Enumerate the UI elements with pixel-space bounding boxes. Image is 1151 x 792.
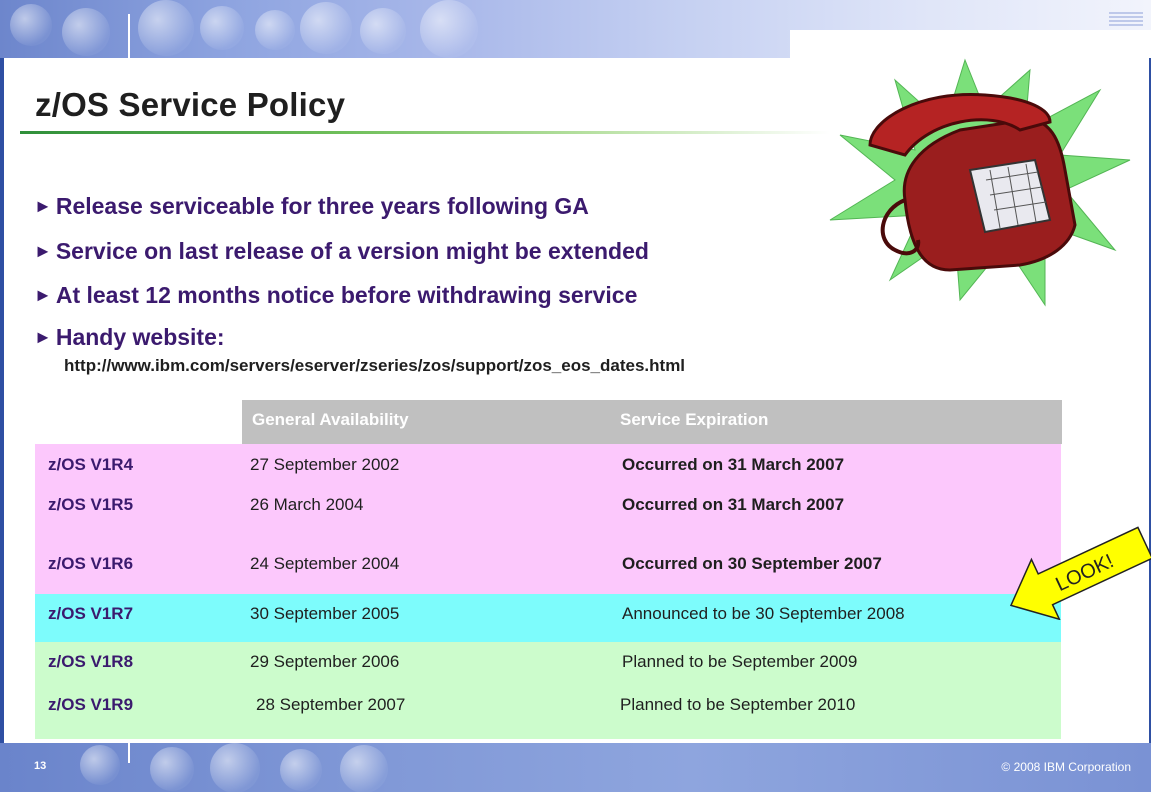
bottom-banner: 13 © 2008 IBM Corporation <box>0 743 1151 792</box>
arrow-left-icon: LOOK! <box>1009 526 1151 620</box>
triangle-right-icon: ► <box>34 241 52 261</box>
service-expiration: Occurred on 31 March 2007 <box>622 455 845 474</box>
banner-bubble <box>138 0 194 56</box>
bullet-text: Service on last release of a version mig… <box>55 238 649 264</box>
table-row <box>35 444 1061 488</box>
banner-bubble <box>340 745 388 792</box>
banner-bubble <box>360 8 406 54</box>
release-name: z/OS V1R8 <box>48 652 134 671</box>
page-number: 13 <box>34 760 47 772</box>
release-name: z/OS V1R5 <box>48 495 134 514</box>
ga-date: 27 September 2002 <box>250 455 400 474</box>
header-general-availability: General Availability <box>252 410 409 429</box>
banner-bubble <box>62 8 110 56</box>
bullet-text: Release serviceable for three years foll… <box>55 193 589 219</box>
table-row <box>35 532 1061 594</box>
service-expiration: Planned to be September 2010 <box>620 695 856 714</box>
banner-bubble <box>80 745 120 785</box>
banner-bubble <box>420 0 478 58</box>
banner-bubble <box>10 4 52 46</box>
table-row <box>35 684 1061 739</box>
service-expiration: Occurred on 30 September 2007 <box>622 554 882 573</box>
ringing-telephone-icon <box>829 58 1131 307</box>
page-title: z/OS Service Policy <box>35 86 346 123</box>
triangle-right-icon: ► <box>34 327 52 347</box>
bullet-item: ► Handy website: <box>34 324 225 351</box>
release-name: z/OS V1R7 <box>48 604 134 623</box>
header-service-expiration: Service Expiration <box>620 410 769 429</box>
service-expiration: Occurred on 31 March 2007 <box>622 495 845 514</box>
triangle-right-icon: ► <box>34 196 52 216</box>
banner-bubble <box>150 747 194 791</box>
ibm-logo <box>1109 12 1143 28</box>
ga-date: 24 September 2004 <box>250 554 400 573</box>
bullet-text: At least 12 months notice before withdra… <box>55 282 638 308</box>
banner-bubble <box>255 10 295 50</box>
banner-bubble <box>200 6 244 50</box>
triangle-right-icon: ► <box>34 285 52 305</box>
table-row <box>35 594 1061 642</box>
release-name: z/OS V1R9 <box>48 695 134 714</box>
bullet-item: ► At least 12 months notice before withdr… <box>34 282 637 309</box>
title-underline <box>20 131 830 134</box>
copyright: © 2008 IBM Corporation <box>1001 760 1131 774</box>
ga-date: 26 March 2004 <box>250 495 364 514</box>
service-expiration: Announced to be 30 September 2008 <box>622 604 905 623</box>
banner-bubble <box>300 2 352 54</box>
website-link[interactable]: http://www.ibm.com/servers/eserver/zseri… <box>64 356 685 376</box>
table-row <box>35 488 1061 532</box>
banner-bubble <box>210 743 260 792</box>
ga-date: 30 September 2005 <box>250 604 400 623</box>
ga-date: 29 September 2006 <box>250 652 400 671</box>
ga-date: 28 September 2007 <box>256 695 406 714</box>
banner-bubble <box>280 749 322 791</box>
bullet-item: ► Release serviceable for three years fol… <box>34 193 589 220</box>
table-row <box>35 642 1061 684</box>
banner-divider <box>128 14 130 58</box>
release-name: z/OS V1R4 <box>48 455 134 474</box>
service-expiration: Planned to be September 2009 <box>622 652 858 671</box>
bullet-item: ► Service on last release of a version mi… <box>34 238 649 265</box>
left-border <box>0 58 4 743</box>
release-name: z/OS V1R6 <box>48 554 134 573</box>
bullet-text: Handy website: <box>55 324 225 350</box>
banner-divider <box>128 743 130 763</box>
